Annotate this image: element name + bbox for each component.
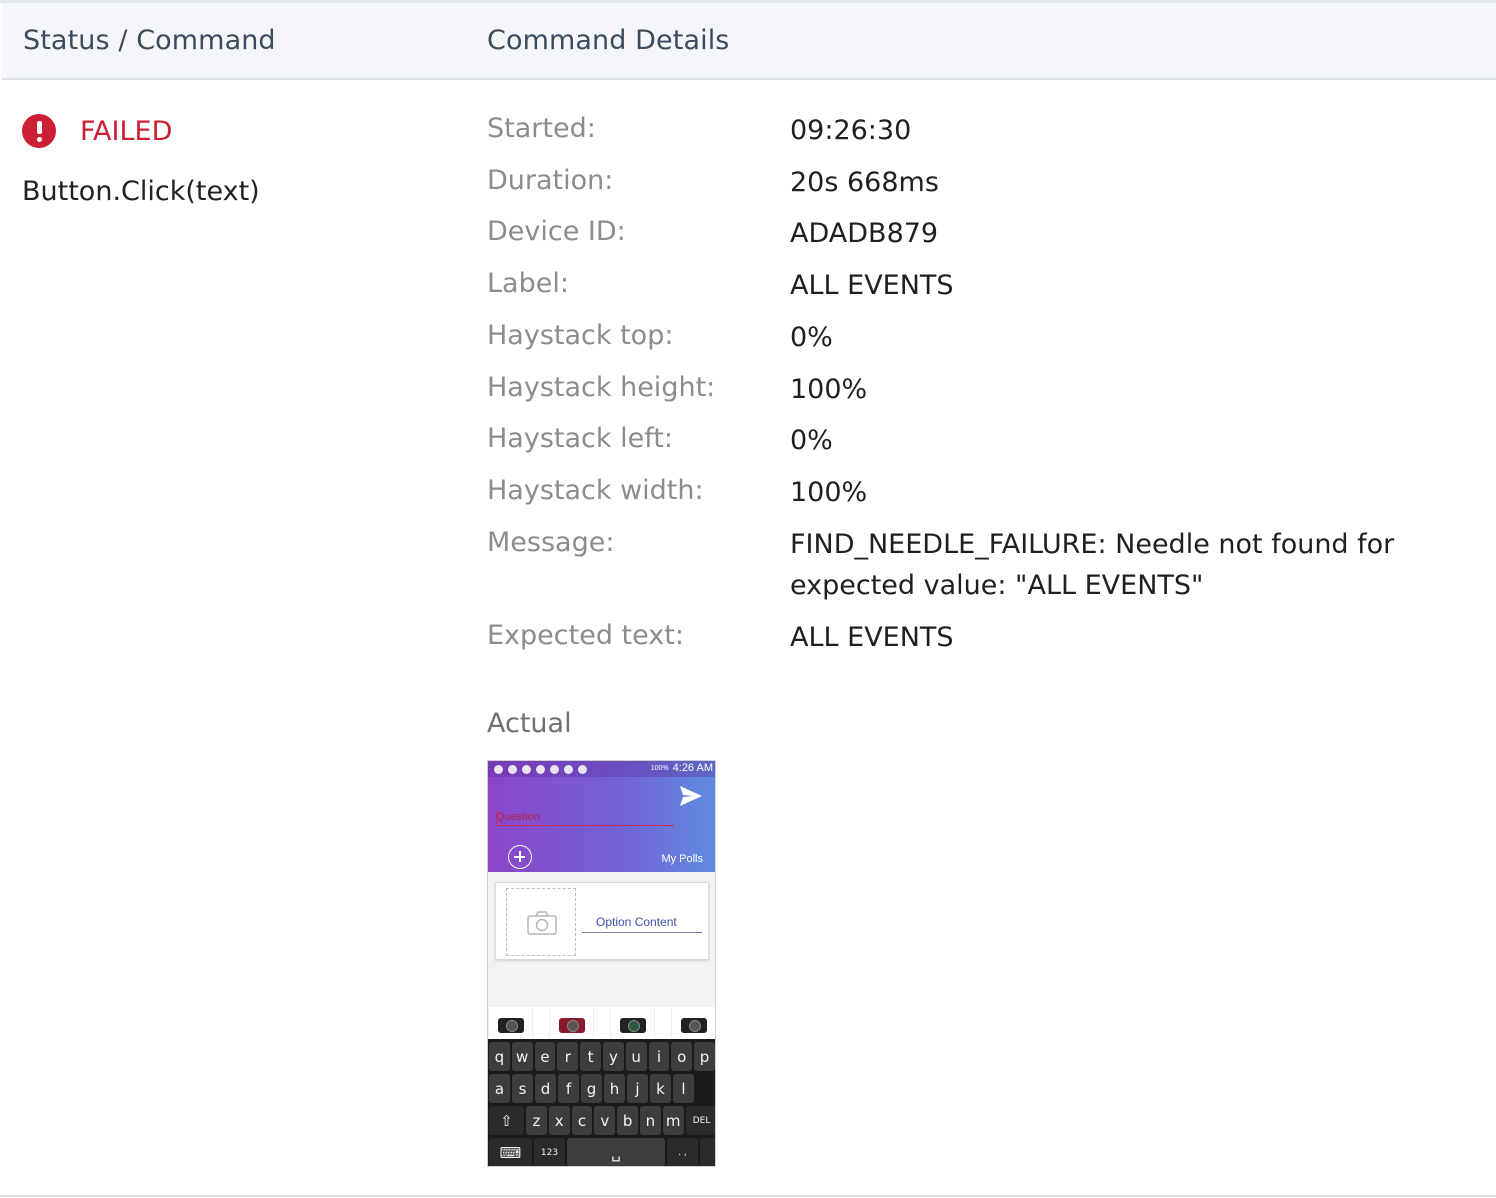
detail-label-device-id: Device ID:: [487, 216, 626, 247]
detail-label-haystack-width: Haystack width:: [487, 475, 704, 506]
numbers-key: 123: [534, 1138, 565, 1166]
camera-icon: [527, 911, 557, 935]
actual-screenshot[interactable]: 100% 4:26 AM Question My Polls Option Co…: [487, 760, 716, 1167]
camera-thumbnail: [610, 1007, 655, 1038]
key-i: i: [648, 1042, 670, 1071]
detail-label-haystack-top: Haystack top:: [487, 320, 674, 351]
actual-heading: Actual: [487, 708, 572, 739]
key-n: n: [639, 1106, 661, 1135]
key-z: z: [526, 1106, 547, 1135]
key-a: a: [489, 1074, 510, 1103]
key-c: c: [571, 1106, 593, 1135]
keyboard-row: ⇧ z x c v b n m DEL: [488, 1106, 715, 1135]
detail-value-haystack-width: 100%: [790, 477, 868, 508]
phone-clock: 4:26 AM: [672, 762, 713, 774]
detail-value-haystack-left: 0%: [790, 425, 833, 456]
space-key: ␣: [567, 1138, 665, 1166]
detail-label-message: Message:: [487, 527, 615, 558]
key-d: d: [535, 1074, 556, 1103]
detail-label-haystack-left: Haystack left:: [487, 423, 673, 454]
camera-thumbnail: [549, 1007, 594, 1038]
detail-label-label: Label:: [487, 268, 569, 299]
my-polls-link: My Polls: [661, 853, 703, 865]
detail-label-expected-text: Expected text:: [487, 620, 684, 651]
alert-icon: [22, 114, 56, 148]
key-o: o: [671, 1042, 693, 1071]
detail-label-started: Started:: [487, 113, 596, 144]
camera-thumbnail: [671, 1007, 715, 1038]
key-f: f: [558, 1074, 579, 1103]
option-underline: [582, 932, 702, 933]
enter-icon: ↵: [700, 1138, 715, 1166]
column-header-status-command: Status / Command: [23, 25, 276, 56]
keyboard-suggestions: [488, 1007, 715, 1039]
key-w: w: [511, 1042, 533, 1071]
key-p: p: [694, 1042, 715, 1071]
column-header-command-details: Command Details: [487, 25, 730, 56]
detail-value-started: 09:26:30: [790, 115, 912, 146]
keyboard-row: asdfghjkl: [488, 1074, 695, 1103]
key-g: g: [581, 1074, 602, 1103]
detail-value-expected-text: ALL EVENTS: [790, 622, 954, 653]
key-k: k: [650, 1074, 671, 1103]
detail-value-haystack-height: 100%: [790, 374, 868, 405]
punctuation-key: . ,: [667, 1138, 698, 1166]
detail-value-label: ALL EVENTS: [790, 270, 954, 301]
question-underline: [496, 825, 674, 826]
keyboard-row: ⌨ 123 ␣ . , ↵: [488, 1138, 715, 1166]
add-circle-icon: [508, 845, 532, 869]
key-u: u: [625, 1042, 647, 1071]
key-t: t: [580, 1042, 601, 1071]
bottom-rule: [0, 1195, 1496, 1197]
send-icon: [680, 786, 702, 806]
status-line: FAILED: [22, 114, 172, 148]
delete-key: DEL: [685, 1106, 715, 1135]
question-input: Question: [496, 811, 541, 823]
command-name: Button.Click(text): [22, 176, 260, 207]
key-q: q: [489, 1042, 510, 1071]
key-x: x: [548, 1106, 570, 1135]
camera-thumbnail: [488, 1007, 533, 1038]
photo-placeholder: [506, 888, 576, 956]
detail-label-duration: Duration:: [487, 165, 614, 196]
key-y: y: [602, 1042, 624, 1071]
detail-value-haystack-top: 0%: [790, 322, 833, 353]
key-r: r: [557, 1042, 579, 1071]
detail-label-haystack-height: Haystack height:: [487, 372, 716, 403]
key-s: s: [512, 1074, 533, 1103]
key-m: m: [662, 1106, 684, 1135]
phone-status-bar: 100% 4:26 AM: [488, 761, 715, 777]
onscreen-keyboard: qwertyuiop asdfghjkl ⇧ z x c v b n m DEL ⌨ 123 ␣…: [488, 1039, 715, 1166]
detail-value-device-id: ADADB879: [790, 218, 939, 249]
key-e: e: [534, 1042, 556, 1071]
detail-value-duration: 20s 668ms: [790, 167, 939, 198]
notification-icons: [494, 765, 587, 774]
key-h: h: [604, 1074, 625, 1103]
table-header: Status / Command Command Details: [2, 3, 1496, 80]
shift-icon: ⇧: [489, 1106, 524, 1135]
option-content-input: Option Content: [596, 915, 677, 929]
key-l: l: [673, 1074, 694, 1103]
battery-level: 100%: [650, 764, 669, 772]
key-v: v: [594, 1106, 616, 1135]
key-b: b: [617, 1106, 638, 1135]
keyboard-row: qwertyuiop: [488, 1042, 715, 1071]
keyboard-settings-icon: ⌨: [489, 1138, 532, 1166]
option-card: Option Content: [495, 882, 709, 960]
status-badge: FAILED: [80, 115, 173, 147]
key-j: j: [627, 1074, 648, 1103]
detail-value-message: FIND_NEEDLE_FAILURE: Needle not found fo…: [790, 529, 1395, 601]
